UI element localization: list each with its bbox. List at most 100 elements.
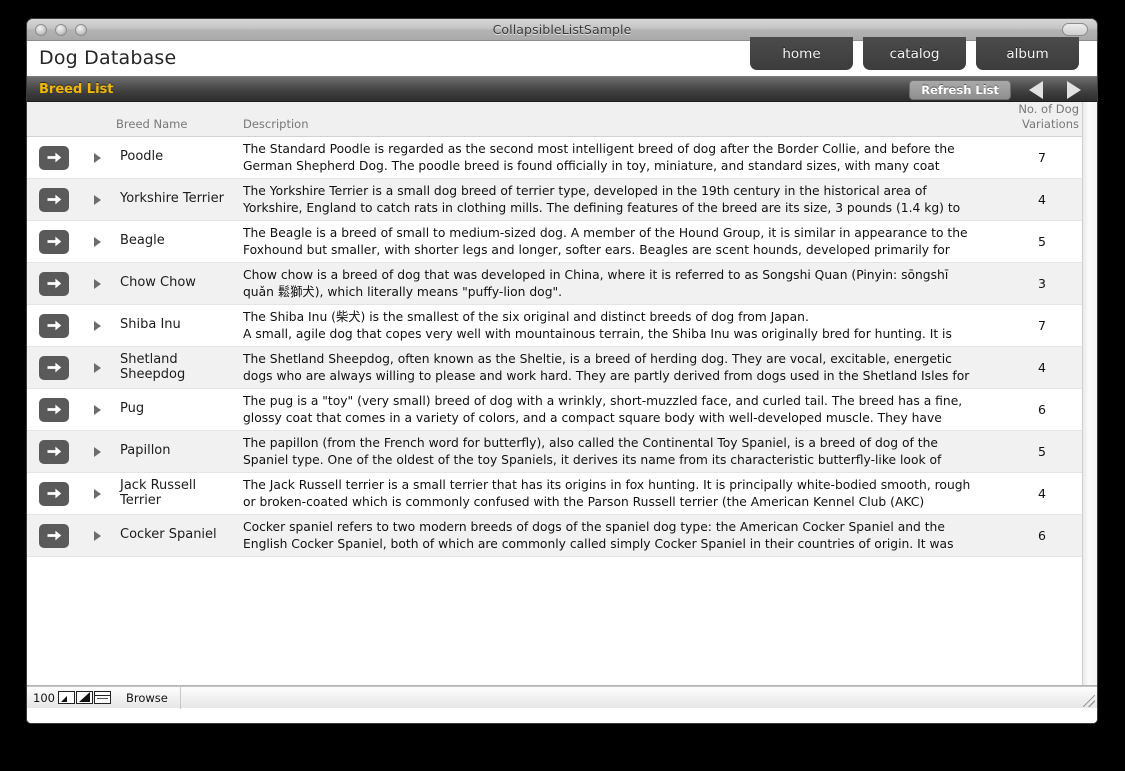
- column-header-variations-line1: No. of Dog: [1018, 102, 1079, 117]
- previous-record-icon[interactable]: [1029, 81, 1043, 99]
- table-row[interactable]: Chow Chow Chow chow is a breed of dog tha…: [27, 263, 1097, 305]
- status-bar: 100 Browse: [27, 686, 1097, 709]
- nav-tabs: home catalog album: [750, 37, 1079, 70]
- breed-name-cell: Shetland Sheepdog: [120, 351, 186, 382]
- variations-count-cell: 6: [1038, 402, 1046, 417]
- refresh-list-button[interactable]: Refresh List: [909, 80, 1011, 100]
- column-header-variations: No. of Dog Variations: [987, 102, 1097, 136]
- go-to-detail-button[interactable]: [39, 523, 69, 548]
- go-to-detail-button[interactable]: [39, 355, 69, 380]
- application-window: CollapsibleListSample Dog Database home …: [26, 18, 1098, 724]
- disclosure-cell: [85, 362, 113, 373]
- variations-count-cell: 6: [1038, 528, 1046, 543]
- section-label: Breed List: [39, 82, 114, 97]
- table-row[interactable]: Papillon The papillon (from the French wo…: [27, 431, 1097, 473]
- disclosure-triangle-icon[interactable]: [94, 446, 101, 457]
- breed-name-cell: Shiba Inu: [120, 317, 181, 333]
- disclosure-cell: [85, 278, 113, 289]
- disclosure-cell: [85, 194, 113, 205]
- next-record-icon[interactable]: [1067, 81, 1081, 99]
- disclosure-triangle-icon[interactable]: [94, 278, 101, 289]
- go-to-detail-button[interactable]: [39, 313, 69, 338]
- description-cell: Chow chow is a breed of dog that was dev…: [243, 267, 949, 299]
- table-row[interactable]: Beagle The Beagle is a breed of small to …: [27, 221, 1097, 263]
- disclosure-triangle-icon[interactable]: [94, 320, 101, 331]
- disclosure-triangle-icon[interactable]: [94, 404, 101, 415]
- table-row[interactable]: Jack Russell Terrier The Jack Russell ter…: [27, 473, 1097, 515]
- table-row[interactable]: Pug The pug is a "toy" (very small) breed…: [27, 389, 1097, 431]
- disclosure-cell: [85, 530, 113, 541]
- column-header-go: [27, 131, 85, 136]
- variations-count-cell: 7: [1038, 318, 1046, 333]
- variations-count-cell: 7: [1038, 150, 1046, 165]
- table-row[interactable]: Yorkshire Terrier The Yorkshire Terrier i…: [27, 179, 1097, 221]
- column-header-variations-line2: Variations: [1021, 116, 1079, 131]
- mode-label: Browse: [125, 690, 168, 705]
- disclosure-triangle-icon[interactable]: [94, 362, 101, 373]
- table-row[interactable]: Cocker Spaniel Cocker spaniel refers to t…: [27, 515, 1097, 557]
- window-mode-icon[interactable]: [93, 691, 111, 704]
- table-row[interactable]: Shetland Sheepdog The Shetland Sheepdog, …: [27, 347, 1097, 389]
- go-button-cell: [27, 271, 85, 296]
- window-title: CollapsibleListSample: [492, 22, 632, 37]
- app-header: Dog Database home catalog album: [27, 37, 1097, 76]
- variations-count-cell: 5: [1038, 234, 1046, 249]
- go-to-detail-button[interactable]: [39, 397, 69, 422]
- disclosure-cell: [85, 446, 113, 457]
- zoom-out-icon[interactable]: [57, 691, 75, 704]
- tab-album[interactable]: album: [976, 37, 1079, 70]
- vertical-scrollbar[interactable]: [1082, 102, 1097, 685]
- go-to-detail-button[interactable]: [39, 145, 69, 170]
- disclosure-cell: [85, 404, 113, 415]
- toolbar-toggle-button[interactable]: [1062, 23, 1088, 36]
- variations-count-cell: 4: [1038, 360, 1046, 375]
- resize-grip[interactable]: [1083, 695, 1095, 707]
- go-to-detail-button[interactable]: [39, 187, 69, 212]
- go-to-detail-button[interactable]: [39, 229, 69, 254]
- go-to-detail-button[interactable]: [39, 439, 69, 464]
- zoom-level-label: 100: [33, 690, 55, 705]
- go-button-cell: [27, 355, 85, 380]
- disclosure-triangle-icon[interactable]: [94, 236, 101, 247]
- description-cell: The Yorkshire Terrier is a small dog bre…: [243, 183, 961, 215]
- zoom-in-icon[interactable]: [75, 691, 93, 704]
- description-cell: The Shiba Inu (柴犬) is the smallest of th…: [243, 309, 952, 341]
- go-button-cell: [27, 313, 85, 338]
- tab-home[interactable]: home: [750, 37, 853, 70]
- breed-name-cell: Cocker Spaniel: [120, 527, 217, 543]
- go-button-cell: [27, 187, 85, 212]
- disclosure-triangle-icon[interactable]: [94, 530, 101, 541]
- go-button-cell: [27, 229, 85, 254]
- go-button-cell: [27, 145, 85, 170]
- column-header-disclosure: [85, 131, 113, 136]
- breed-list-table: Breed Name Description No. of Dog Variat…: [27, 102, 1097, 686]
- disclosure-triangle-icon[interactable]: [94, 194, 101, 205]
- page-title: Dog Database: [39, 47, 177, 69]
- disclosure-cell: [85, 320, 113, 331]
- go-button-cell: [27, 481, 85, 506]
- disclosure-cell: [85, 152, 113, 163]
- status-divider: [179, 686, 181, 709]
- variations-count-cell: 3: [1038, 276, 1046, 291]
- variations-count-cell: 4: [1038, 486, 1046, 501]
- section-toolbar: Breed List Refresh List: [27, 76, 1097, 102]
- column-header-breed-name: Breed Name: [116, 117, 188, 131]
- breed-name-cell: Chow Chow: [120, 275, 196, 291]
- table-row[interactable]: Poodle The Standard Poodle is regarded as…: [27, 137, 1097, 179]
- go-button-cell: [27, 523, 85, 548]
- breed-name-cell: Papillon: [120, 443, 171, 459]
- description-cell: The pug is a "toy" (very small) breed of…: [243, 393, 963, 425]
- go-to-detail-button[interactable]: [39, 481, 69, 506]
- disclosure-triangle-icon[interactable]: [94, 152, 101, 163]
- go-button-cell: [27, 397, 85, 422]
- table-row[interactable]: Shiba Inu The Shiba Inu (柴犬) is the small…: [27, 305, 1097, 347]
- app-content: Dog Database home catalog album Breed Li…: [27, 37, 1097, 723]
- go-to-detail-button[interactable]: [39, 271, 69, 296]
- column-header-description: Description: [243, 117, 309, 131]
- disclosure-triangle-icon[interactable]: [94, 488, 101, 499]
- description-cell: Cocker spaniel refers to two modern bree…: [243, 519, 954, 551]
- tab-catalog[interactable]: catalog: [863, 37, 966, 70]
- breed-name-cell: Pug: [120, 401, 145, 417]
- variations-count-cell: 4: [1038, 192, 1046, 207]
- disclosure-cell: [85, 488, 113, 499]
